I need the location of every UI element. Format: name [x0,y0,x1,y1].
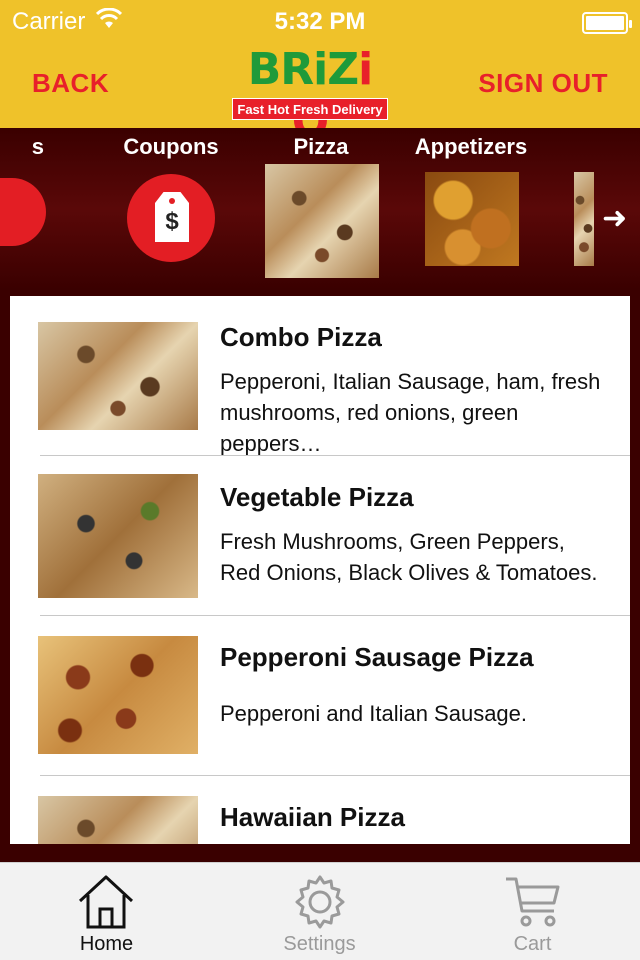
category-item-coupons[interactable]: Coupons $ [106,128,236,288]
category-thumb [425,172,519,266]
category-carousel[interactable]: s Coupons $ Pizza Appetizers ➜ [0,128,640,290]
status-bar: Carrier 5:32 PM [0,6,640,36]
item-title: Hawaiian Pizza [220,802,405,832]
list-item[interactable]: Vegetable Pizza Fresh Mushrooms, Green P… [10,456,630,616]
tab-label: Settings [283,933,356,955]
tab-bar: Home Settings Cart [0,862,640,960]
cart-icon [502,873,562,931]
category-thumb [265,164,379,278]
category-label: s [31,134,44,159]
tab-settings[interactable]: Settings [213,863,426,960]
tab-label: Cart [513,933,552,955]
app-header: Carrier 5:32 PM BACK BRiZiO Fast Hot Fre… [0,0,640,147]
category-item-partial[interactable]: s [0,128,46,288]
item-image [38,474,198,598]
category-label: Coupons [123,134,219,159]
coupon-tag-icon: $ [127,174,215,262]
item-description: Pepperoni, Italian Sausage, ham, fresh m… [220,369,601,456]
item-title: Pepperoni Sausage Pizza [220,642,534,672]
list-item[interactable]: Pepperoni Sausage Pizza Pepperoni and It… [10,616,630,776]
tab-cart[interactable]: Cart [426,863,639,960]
list-item[interactable]: Hawaiian Pizza [10,776,630,844]
category-item-appetizers[interactable]: Appetizers [406,128,536,288]
menu-list[interactable]: Combo Pizza Pepperoni, Italian Sausage, … [10,296,630,844]
arrow-right-icon[interactable]: ➜ [602,204,632,234]
gear-icon [290,873,350,931]
back-button[interactable]: BACK [32,68,109,99]
category-item-pizza[interactable]: Pizza [256,128,386,288]
brizio-logo: BRiZiO Fast Hot Fresh Delivery [230,44,390,147]
logo-tagline: Fast Hot Fresh Delivery [232,98,388,120]
item-image [38,322,198,430]
status-time: 5:32 PM [274,8,366,35]
item-image [38,796,198,844]
list-item[interactable]: Combo Pizza Pepperoni, Italian Sausage, … [10,296,630,456]
tab-home[interactable]: Home [0,863,213,960]
item-description: Fresh Mushrooms, Green Peppers, Red Onio… [220,529,598,585]
item-title: Vegetable Pizza [220,482,414,512]
tab-label: Home [79,933,134,955]
item-description: Pepperoni and Italian Sausage. [220,701,528,726]
category-thumb [0,178,46,246]
category-label: Appetizers [414,134,528,159]
category-thumb-partial [574,172,594,266]
sign-out-button[interactable]: SIGN OUT [478,68,608,99]
category-label: Pizza [293,134,349,159]
battery-icon [582,12,632,34]
item-image [38,636,198,754]
home-icon [76,873,136,931]
item-title: Combo Pizza [220,322,382,352]
